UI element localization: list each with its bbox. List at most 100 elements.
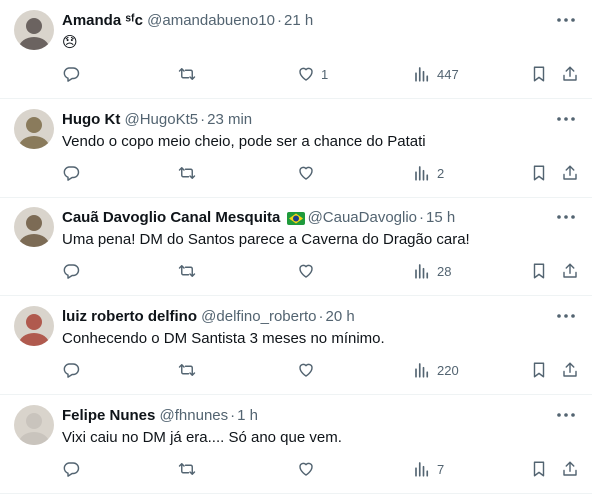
author-name[interactable]: luiz roberto delfino xyxy=(62,308,197,325)
reply-icon xyxy=(62,262,80,280)
more-icon[interactable] xyxy=(554,306,578,326)
views-button[interactable]: 220 xyxy=(413,358,459,382)
retweet-icon xyxy=(177,65,197,83)
bookmark-icon xyxy=(531,65,547,83)
avatar[interactable] xyxy=(14,207,54,247)
view-count: 447 xyxy=(437,66,459,82)
reply-button[interactable] xyxy=(62,358,86,382)
heart-icon xyxy=(297,460,315,478)
share-icon xyxy=(561,164,579,182)
retweet-button[interactable] xyxy=(177,259,203,283)
tweet-time[interactable]: 20 h xyxy=(325,308,354,325)
author-handle[interactable]: @delfino_roberto xyxy=(201,308,316,325)
view-count: 220 xyxy=(437,362,459,378)
bookmark-button[interactable] xyxy=(531,62,547,86)
share-button[interactable] xyxy=(561,358,579,382)
more-icon[interactable] xyxy=(554,405,578,425)
separator-dot: · xyxy=(230,407,236,424)
views-icon xyxy=(413,164,431,182)
tweet-reply[interactable]: Felipe Nunes @fhnunes · 1 h Vixi caiu no DM… xyxy=(0,395,592,494)
bookmark-button[interactable] xyxy=(531,259,547,283)
bookmark-button[interactable] xyxy=(531,457,547,481)
brazil-flag-icon xyxy=(286,212,305,230)
views-icon xyxy=(413,262,431,280)
tweet-time[interactable]: 21 h xyxy=(284,12,313,29)
views-icon xyxy=(413,361,431,379)
author-name[interactable]: Hugo Kt xyxy=(62,111,120,128)
author-name[interactable]: Felipe Nunes xyxy=(62,407,155,424)
heart-icon xyxy=(297,361,315,379)
tweet-text: Conhecendo o DM Santista 3 meses no míni… xyxy=(62,330,385,347)
bookmark-button[interactable] xyxy=(531,161,547,185)
bookmark-icon xyxy=(531,361,547,379)
tweet-text: Vixi caiu no DM já era.... Só ano que ve… xyxy=(62,429,342,446)
like-button[interactable] xyxy=(297,457,321,481)
tweet-time[interactable]: 1 h xyxy=(237,407,258,424)
views-icon xyxy=(413,460,431,478)
tweet-header: Cauã Davoglio Canal Mesquita @CauaDavogl… xyxy=(62,209,552,230)
tweet-text: 😞 xyxy=(62,34,78,51)
tweet-reply[interactable]: Hugo Kt @HugoKt5 · 23 min Vendo o copo meio… xyxy=(0,99,592,198)
bookmark-button[interactable] xyxy=(531,358,547,382)
share-button[interactable] xyxy=(561,259,579,283)
more-icon[interactable] xyxy=(554,207,578,227)
share-button[interactable] xyxy=(561,62,579,86)
author-name[interactable]: Amanda ˢᶠc xyxy=(62,12,143,29)
reply-feed: Amanda ˢᶠc @amandabueno10 · 21 h 😞 1 447 Hugo … xyxy=(0,0,592,494)
tweet-actions: 28 xyxy=(62,259,592,283)
tweet-reply[interactable]: Cauã Davoglio Canal Mesquita @CauaDavogl… xyxy=(0,197,592,296)
like-button[interactable] xyxy=(297,259,321,283)
retweet-button[interactable] xyxy=(177,358,203,382)
share-icon xyxy=(561,460,579,478)
tweet-reply[interactable]: Amanda ˢᶠc @amandabueno10 · 21 h 😞 1 447 xyxy=(0,0,592,99)
author-handle[interactable]: @HugoKt5 xyxy=(125,111,199,128)
tweet-header: Felipe Nunes @fhnunes · 1 h xyxy=(62,407,552,425)
reply-button[interactable] xyxy=(62,161,86,185)
separator-dot: · xyxy=(318,308,324,325)
retweet-button[interactable] xyxy=(177,457,203,481)
views-button[interactable]: 447 xyxy=(413,62,459,86)
share-icon xyxy=(561,361,579,379)
reply-button[interactable] xyxy=(62,62,86,86)
tweet-time[interactable]: 15 h xyxy=(426,209,455,226)
more-icon[interactable] xyxy=(554,10,578,30)
retweet-button[interactable] xyxy=(177,161,203,185)
reply-icon xyxy=(62,65,80,83)
share-button[interactable] xyxy=(561,161,579,185)
avatar[interactable] xyxy=(14,306,54,346)
author-handle[interactable]: @fhnunes xyxy=(160,407,229,424)
avatar[interactable] xyxy=(14,10,54,50)
heart-icon xyxy=(297,164,315,182)
avatar[interactable] xyxy=(14,405,54,445)
tweet-time[interactable]: 23 min xyxy=(207,111,252,128)
views-button[interactable]: 2 xyxy=(413,161,444,185)
like-button[interactable] xyxy=(297,358,321,382)
share-button[interactable] xyxy=(561,457,579,481)
tweet-header: Hugo Kt @HugoKt5 · 23 min xyxy=(62,111,552,129)
reply-button[interactable] xyxy=(62,457,86,481)
like-button[interactable]: 1 xyxy=(297,62,328,86)
like-button[interactable] xyxy=(297,161,321,185)
tweet-actions: 220 xyxy=(62,358,592,382)
author-handle[interactable]: @amandabueno10 xyxy=(147,12,275,29)
tweet-reply[interactable]: luiz roberto delfino @delfino_roberto · 20… xyxy=(0,296,592,395)
separator-dot: · xyxy=(200,111,206,128)
heart-icon xyxy=(297,262,315,280)
views-button[interactable]: 28 xyxy=(413,259,451,283)
author-name[interactable]: Cauã Davoglio Canal Mesquita xyxy=(62,209,280,226)
reply-icon xyxy=(62,460,80,478)
tweet-header: Amanda ˢᶠc @amandabueno10 · 21 h xyxy=(62,12,552,30)
share-icon xyxy=(561,262,579,280)
views-button[interactable]: 7 xyxy=(413,457,444,481)
views-icon xyxy=(413,65,431,83)
share-icon xyxy=(561,65,579,83)
tweet-actions: 1 447 xyxy=(62,62,592,86)
avatar[interactable] xyxy=(14,109,54,149)
reply-icon xyxy=(62,361,80,379)
reply-button[interactable] xyxy=(62,259,86,283)
separator-dot: · xyxy=(419,209,425,226)
more-icon[interactable] xyxy=(554,109,578,129)
author-handle[interactable]: @CauaDavoglio xyxy=(308,209,417,226)
tweet-actions: 7 xyxy=(62,457,592,481)
retweet-button[interactable] xyxy=(177,62,203,86)
